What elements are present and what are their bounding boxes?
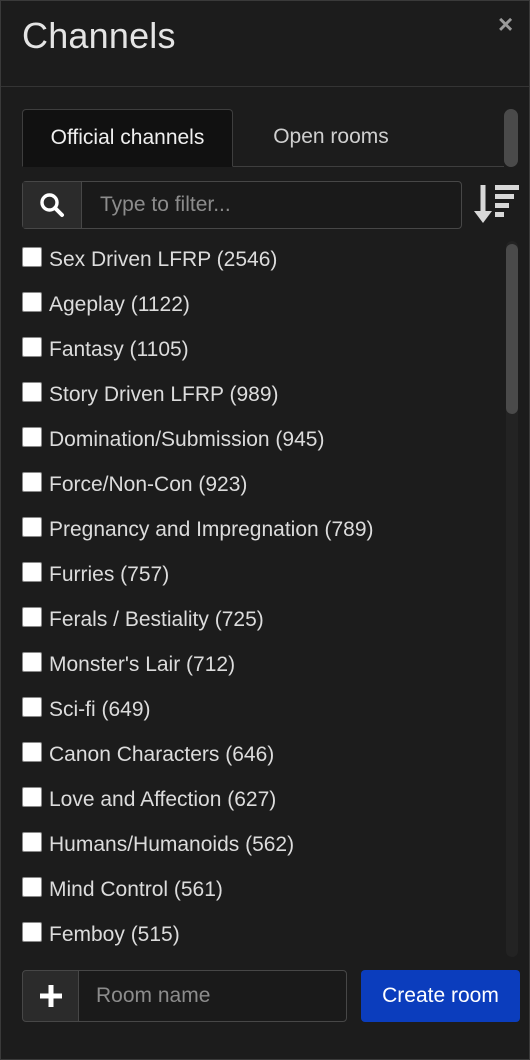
channel-list-item[interactable]: Monster's Lair (712) xyxy=(22,650,235,680)
channel-checkbox[interactable] xyxy=(22,562,42,582)
channel-checkbox[interactable] xyxy=(22,742,42,762)
channel-label: Furries (757) xyxy=(49,563,170,586)
channel-label: Fantasy (1105) xyxy=(49,338,189,361)
channel-checkbox[interactable] xyxy=(22,427,42,447)
channel-tabs: Official channels Open rooms xyxy=(22,109,504,167)
channel-label: Canon Characters (646) xyxy=(49,743,275,766)
filter-input[interactable] xyxy=(83,182,461,228)
create-room-button[interactable]: Create room xyxy=(361,970,520,1022)
channel-checkbox[interactable] xyxy=(22,832,42,852)
channel-checkbox[interactable] xyxy=(22,652,42,672)
plus-icon[interactable] xyxy=(22,970,79,1022)
channel-list-item[interactable]: Ferals / Bestiality (725) xyxy=(22,605,264,635)
channel-list-item[interactable]: Canon Characters (646) xyxy=(22,740,274,770)
list-scrollbar-thumb[interactable] xyxy=(506,244,518,414)
channel-label: Sci-fi (649) xyxy=(49,698,151,721)
search-icon xyxy=(23,182,82,228)
channel-label: Sex Driven LFRP (2546) xyxy=(49,248,278,271)
channel-checkbox[interactable] xyxy=(22,787,42,807)
channel-label: Mind Control (561) xyxy=(49,878,223,901)
room-name-input[interactable] xyxy=(78,970,347,1022)
dialog-title: Channels xyxy=(22,15,176,56)
channel-list-item[interactable]: Mind Control (561) xyxy=(22,875,223,905)
channel-label: Ageplay (1122) xyxy=(49,293,190,316)
channel-list-item[interactable]: Domination/Submission (945) xyxy=(22,425,324,455)
channel-list-item[interactable]: Humans/Humanoids (562) xyxy=(22,830,294,860)
channel-label: Love and Affection (627) xyxy=(49,788,277,811)
channel-label: Pregnancy and Impregnation (789) xyxy=(49,518,374,541)
tab-open-rooms[interactable]: Open rooms xyxy=(236,109,426,167)
tabs-scrollbar[interactable] xyxy=(504,109,518,167)
channel-list-item[interactable]: Force/Non-Con (923) xyxy=(22,470,247,500)
channel-list-item[interactable]: Ageplay (1122) xyxy=(22,290,190,320)
channel-label: Force/Non-Con (923) xyxy=(49,473,248,496)
tab-official-channels[interactable]: Official channels xyxy=(22,109,233,167)
channel-list[interactable]: Sex Driven LFRP (2546) Ageplay (1122) Fant… xyxy=(22,237,502,955)
channels-dialog: Channels × Official channels Open rooms … xyxy=(0,0,530,1060)
channel-checkbox[interactable] xyxy=(22,337,42,357)
channel-label: Humans/Humanoids (562) xyxy=(49,833,295,856)
channel-list-item[interactable]: Story Driven LFRP (989) xyxy=(22,380,279,410)
dialog-header: Channels × xyxy=(1,1,529,87)
channel-checkbox[interactable] xyxy=(22,292,42,312)
channel-checkbox[interactable] xyxy=(22,472,42,492)
channel-checkbox[interactable] xyxy=(22,517,42,537)
channel-checkbox[interactable] xyxy=(22,247,42,267)
channel-list-item[interactable]: Fantasy (1105) xyxy=(22,335,189,365)
channel-label: Story Driven LFRP (989) xyxy=(49,383,279,406)
channel-list-item[interactable]: Femboy (515) xyxy=(22,920,180,950)
channel-list-item[interactable]: Furries (757) xyxy=(22,560,169,590)
channel-label: Monster's Lair (712) xyxy=(49,653,236,676)
channel-checkbox[interactable] xyxy=(22,382,42,402)
channel-list-item[interactable]: Pregnancy and Impregnation (789) xyxy=(22,515,374,545)
sort-amount-down-icon[interactable] xyxy=(473,181,523,227)
channel-label: Femboy (515) xyxy=(49,923,180,946)
filter-group xyxy=(22,181,462,229)
channel-label: Domination/Submission (945) xyxy=(49,428,325,451)
channel-checkbox[interactable] xyxy=(22,922,42,942)
channel-checkbox[interactable] xyxy=(22,877,42,897)
close-icon[interactable]: × xyxy=(498,11,513,37)
channel-label: Ferals / Bestiality (725) xyxy=(49,608,264,631)
channel-list-item[interactable]: Sex Driven LFRP (2546) xyxy=(22,245,277,275)
channel-list-item[interactable]: Sci-fi (649) xyxy=(22,695,151,725)
channel-checkbox[interactable] xyxy=(22,697,42,717)
channel-list-item[interactable]: Love and Affection (627) xyxy=(22,785,276,815)
channel-checkbox[interactable] xyxy=(22,607,42,627)
